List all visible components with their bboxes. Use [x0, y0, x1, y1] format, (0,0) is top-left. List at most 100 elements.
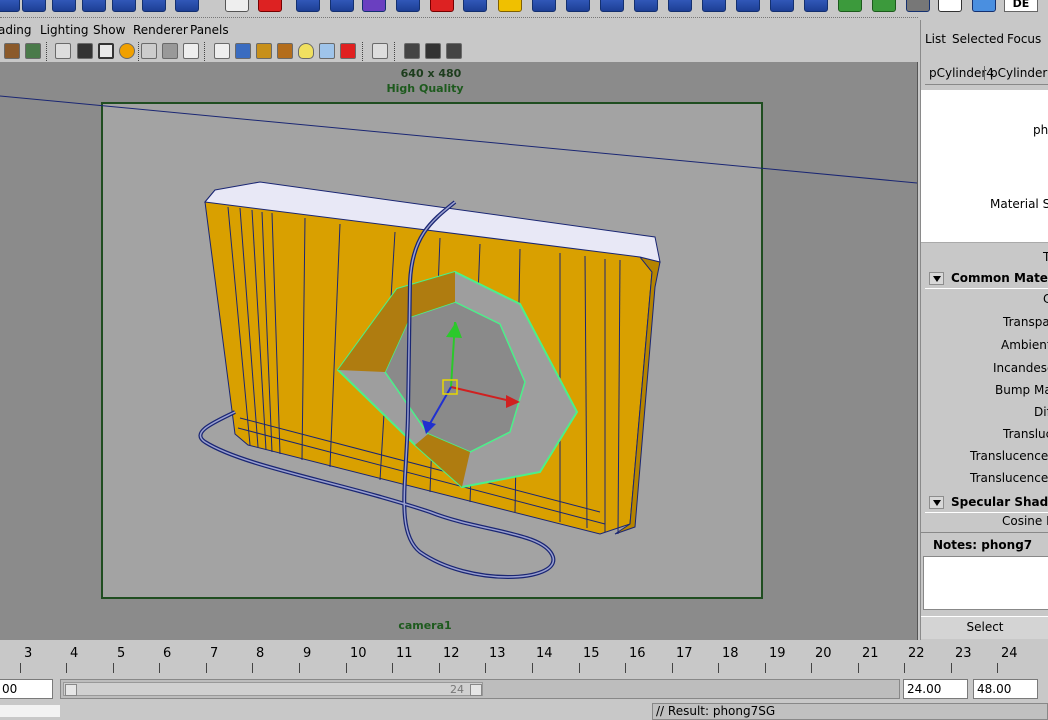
shelf-tool-icon[interactable] — [0, 0, 20, 12]
grid-icon[interactable] — [55, 43, 71, 59]
menu-shading[interactable]: ading — [0, 23, 32, 37]
textured-icon[interactable] — [256, 43, 272, 59]
tick-label: 19 — [769, 646, 786, 661]
end-time-field[interactable]: 24.00 — [903, 679, 968, 699]
ik-handle-icon[interactable] — [446, 43, 462, 59]
attr-bump-mapping: Bump Mapp — [995, 383, 1048, 397]
frame-selection-icon[interactable] — [372, 43, 388, 59]
shelf-tool-icon[interactable] — [702, 0, 726, 12]
tick — [299, 663, 300, 673]
lights-icon[interactable] — [298, 43, 314, 59]
shader-type-label: pho — [1033, 123, 1048, 137]
scene-model[interactable] — [0, 62, 917, 640]
shelf-tool-icon[interactable] — [258, 0, 282, 12]
isolate-icon[interactable] — [340, 43, 356, 59]
select-camera-icon[interactable] — [4, 43, 20, 59]
shelf-tool-icon[interactable] — [82, 0, 106, 12]
select-button[interactable]: Select — [921, 616, 1048, 639]
film-gate-icon[interactable] — [77, 43, 93, 59]
menu-renderer[interactable]: Renderer — [133, 23, 188, 37]
shelf-tool-icon[interactable] — [872, 0, 896, 12]
shelf-tool-icon[interactable] — [600, 0, 624, 12]
notes-textarea[interactable] — [923, 556, 1048, 610]
safe-title-icon[interactable] — [183, 43, 199, 59]
shelf-tool-icon[interactable] — [330, 0, 354, 12]
range-handle-left[interactable] — [65, 684, 77, 696]
time-slider[interactable]: 3 4 5 6 7 8 9 10 11 12 13 14 15 16 17 18… — [0, 641, 1048, 675]
shelf-tool-icon[interactable] — [362, 0, 386, 12]
menu-show[interactable]: Show — [93, 23, 125, 37]
toolbar-separator — [394, 42, 397, 61]
ae-divider — [921, 532, 1048, 537]
attr-transparency: Transpare — [1003, 315, 1048, 329]
shelf-tool-icon[interactable] — [668, 0, 692, 12]
tick — [811, 663, 812, 673]
tick — [718, 663, 719, 673]
shelf-tool-icon[interactable] — [396, 0, 420, 12]
safe-action-icon[interactable] — [162, 43, 178, 59]
tick-label: 4 — [70, 646, 79, 661]
section-common-material[interactable]: Common Material — [925, 268, 1048, 289]
shelf-tool-icon[interactable] — [22, 0, 46, 12]
shelf-tool-icon[interactable] — [175, 0, 199, 12]
collapse-triangle-icon[interactable] — [929, 272, 944, 285]
shelf-tool-icon[interactable] — [296, 0, 320, 12]
horizon-line — [0, 95, 917, 184]
gate-mask-icon[interactable] — [119, 43, 135, 59]
shelf-tool-icon[interactable] — [112, 0, 136, 12]
shelf-tool-icon[interactable] — [804, 0, 828, 12]
ae-menu-selected[interactable]: Selected — [952, 32, 1004, 46]
attr-incandescence: Incandesce — [993, 361, 1048, 375]
shelf-tool-icon[interactable] — [52, 0, 76, 12]
material-sample-label: Material Sam — [990, 197, 1048, 211]
tick — [252, 663, 253, 673]
attr-color: C — [1043, 292, 1048, 306]
shelf-tool-icon[interactable] — [938, 0, 962, 12]
shelf-tool-icon[interactable] — [634, 0, 658, 12]
smooth-shade-icon[interactable] — [235, 43, 251, 59]
collapse-triangle-icon[interactable] — [929, 496, 944, 509]
shelf-tool-icon[interactable] — [736, 0, 760, 12]
shelf-tool-icon[interactable] — [430, 0, 454, 12]
shelf-tool-icon[interactable] — [498, 0, 522, 12]
tab-pcylindershape[interactable]: pCylinderSha — [990, 66, 1048, 80]
shelf-tool-icon[interactable] — [566, 0, 590, 12]
ae-menu-list[interactable]: List — [925, 32, 946, 46]
command-line: // Result: phong7SG — [0, 703, 1048, 720]
camera-attributes-icon[interactable] — [25, 43, 41, 59]
toolbar-separator — [204, 42, 207, 61]
start-time-field[interactable]: 00 — [0, 679, 53, 699]
resolution-gate-icon[interactable] — [98, 43, 114, 59]
shelf-tool-icon[interactable] — [972, 0, 996, 12]
tick-label: 15 — [583, 646, 600, 661]
command-input[interactable] — [0, 705, 60, 717]
menu-panels[interactable]: Panels — [190, 23, 229, 37]
wireframe-icon[interactable] — [214, 43, 230, 59]
tick-label: 20 — [815, 646, 832, 661]
shelf-tool-icon[interactable] — [142, 0, 166, 12]
tick — [858, 663, 859, 673]
shelf-bar: DE — [0, 0, 1048, 12]
section-specular-shading[interactable]: Specular Shading — [925, 492, 1048, 513]
xray-icon[interactable] — [319, 43, 335, 59]
shelf-tool-icon[interactable] — [532, 0, 556, 12]
shelf-tool-icon[interactable] — [225, 0, 249, 12]
display-mode-icon[interactable] — [404, 43, 420, 59]
playblast-icon[interactable] — [425, 43, 441, 59]
command-result: // Result: phong7SG — [652, 703, 1048, 720]
tick — [113, 663, 114, 673]
language-indicator[interactable]: DE — [1004, 0, 1038, 12]
menu-lighting[interactable]: Lighting — [40, 23, 89, 37]
shelf-tool-icon[interactable] — [463, 0, 487, 12]
tick — [625, 663, 626, 673]
shelf-tool-icon[interactable] — [906, 0, 930, 12]
shelf-tool-icon[interactable] — [838, 0, 862, 12]
shaded-wireframe-icon[interactable] — [277, 43, 293, 59]
range-handle-right[interactable] — [470, 684, 482, 696]
range-slider-track[interactable]: 24 — [60, 679, 900, 699]
field-chart-icon[interactable] — [141, 43, 157, 59]
ae-menu-focus[interactable]: Focus — [1007, 32, 1041, 46]
range-slider-handle[interactable]: 24 — [63, 682, 483, 696]
range-end-field[interactable]: 48.00 — [973, 679, 1038, 699]
shelf-tool-icon[interactable] — [770, 0, 794, 12]
